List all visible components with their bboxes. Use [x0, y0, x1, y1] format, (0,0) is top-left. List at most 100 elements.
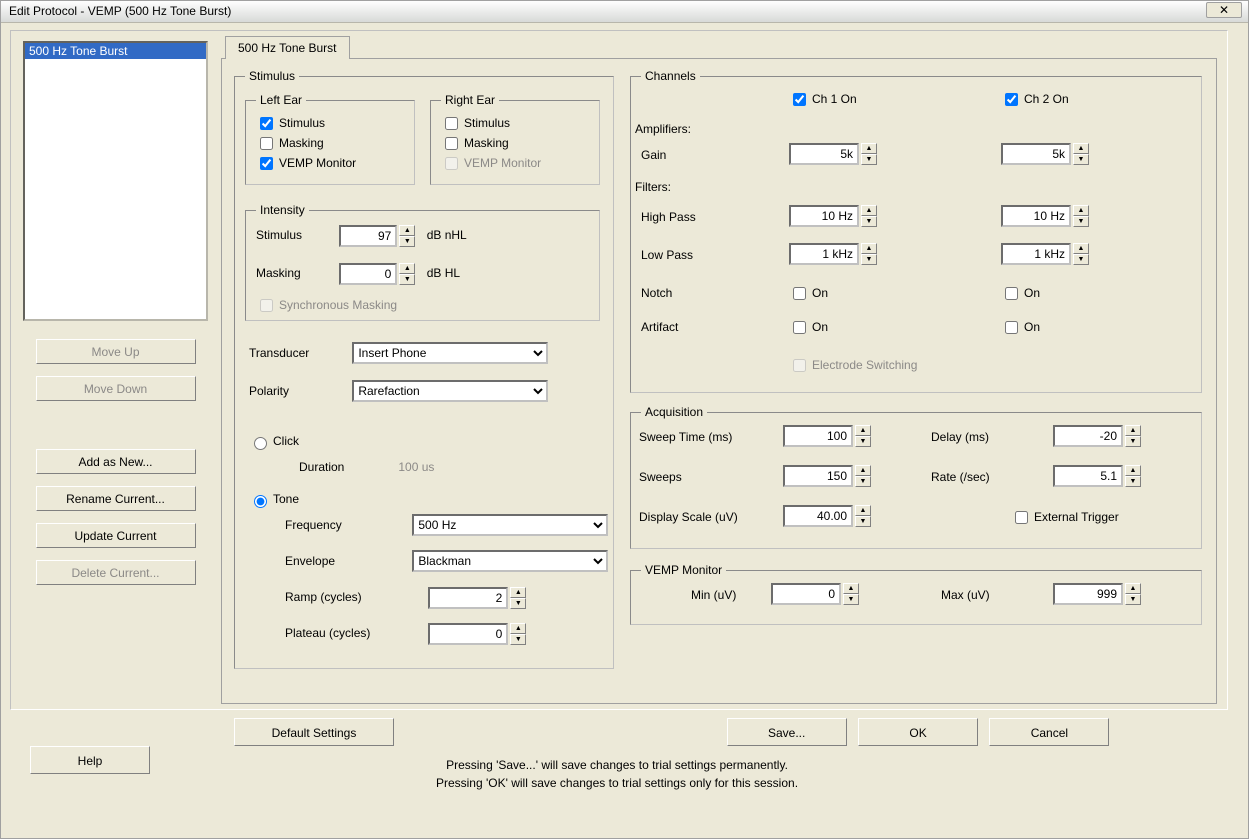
- intensity-stimulus-label: Stimulus: [256, 223, 336, 247]
- left-vemp-checkbox[interactable]: [260, 157, 273, 170]
- window-title: Edit Protocol - VEMP (500 Hz Tone Burst): [9, 4, 231, 18]
- sweeps-input[interactable]: [783, 465, 853, 487]
- cancel-button[interactable]: Cancel: [989, 718, 1109, 746]
- artifact-ch2-checkbox[interactable]: [1005, 321, 1018, 334]
- frequency-select[interactable]: 500 Hz: [412, 514, 608, 536]
- vemp-min-input[interactable]: [771, 583, 841, 605]
- rate-input[interactable]: [1053, 465, 1123, 487]
- ramp-spinner[interactable]: ▲▼: [510, 587, 526, 609]
- save-button[interactable]: Save...: [727, 718, 847, 746]
- default-settings-button[interactable]: Default Settings: [234, 718, 394, 746]
- high-pass-ch1-input[interactable]: [789, 205, 859, 227]
- lp-ch2-spinner[interactable]: ▲▼: [1073, 243, 1089, 265]
- display-scale-input[interactable]: [783, 505, 853, 527]
- protocol-list[interactable]: 500 Hz Tone Burst: [23, 41, 208, 321]
- notch-ch1-checkbox[interactable]: [793, 287, 806, 300]
- plateau-spinner[interactable]: ▲▼: [510, 623, 526, 645]
- low-pass-ch1-input[interactable]: [789, 243, 859, 265]
- move-up-button[interactable]: Move Up: [36, 339, 196, 364]
- left-masking-checkbox-label[interactable]: Masking: [256, 133, 404, 153]
- low-pass-ch2-input[interactable]: [1001, 243, 1071, 265]
- click-radio[interactable]: [254, 437, 267, 450]
- ramp-input[interactable]: [428, 587, 508, 609]
- right-stimulus-checkbox-label[interactable]: Stimulus: [441, 113, 589, 133]
- sweep-time-spinner[interactable]: ▲▼: [855, 425, 871, 447]
- sweeps-spinner[interactable]: ▲▼: [855, 465, 871, 487]
- left-stimulus-checkbox-label[interactable]: Stimulus: [256, 113, 404, 133]
- ch1-on-checkbox[interactable]: [793, 93, 806, 106]
- artifact-ch1-checkbox[interactable]: [793, 321, 806, 334]
- vemp-max-input[interactable]: [1053, 583, 1123, 605]
- display-scale-spinner[interactable]: ▲▼: [855, 505, 871, 527]
- external-trigger-checkbox[interactable]: [1015, 511, 1028, 524]
- hp-ch2-spinner[interactable]: ▲▼: [1073, 205, 1089, 227]
- ch2-on-checkbox[interactable]: [1005, 93, 1018, 106]
- intensity-group: Intensity Stimulus ▲▼ dB nHL Masking ▲▼ …: [245, 203, 600, 321]
- left-masking-checkbox[interactable]: [260, 137, 273, 150]
- click-radio-label[interactable]: Click: [249, 434, 299, 448]
- intensity-masking-unit: dB HL: [427, 261, 460, 285]
- list-item[interactable]: 500 Hz Tone Burst: [25, 43, 206, 59]
- delay-input[interactable]: [1053, 425, 1123, 447]
- lp-ch1-spinner[interactable]: ▲▼: [861, 243, 877, 265]
- transducer-select[interactable]: Insert Phone: [352, 342, 548, 364]
- tone-radio[interactable]: [254, 495, 267, 508]
- intensity-stimulus-spinner[interactable]: ▲▼: [399, 225, 415, 247]
- vemp-monitor-legend: VEMP Monitor: [641, 563, 726, 577]
- tone-radio-label[interactable]: Tone: [249, 492, 299, 506]
- intensity-masking-spinner[interactable]: ▲▼: [399, 263, 415, 285]
- left-stimulus-checkbox[interactable]: [260, 117, 273, 130]
- gain-ch2-input[interactable]: [1001, 143, 1071, 165]
- gain-label: Gain: [641, 148, 666, 162]
- gain-ch2-spinner[interactable]: ▲▼: [1073, 143, 1089, 165]
- ramp-label: Ramp (cycles): [285, 585, 425, 609]
- high-pass-label: High Pass: [641, 210, 696, 224]
- amplifiers-label: Amplifiers:: [635, 122, 691, 136]
- left-column: 500 Hz Tone Burst Move Up Move Down Add …: [23, 41, 208, 585]
- rate-spinner[interactable]: ▲▼: [1125, 465, 1141, 487]
- ch1-on-label[interactable]: Ch 1 On: [789, 92, 857, 106]
- footer-note-2: Pressing 'OK' will save changes to trial…: [8, 774, 1226, 792]
- notch-ch2-checkbox[interactable]: [1005, 287, 1018, 300]
- right-stimulus-checkbox[interactable]: [445, 117, 458, 130]
- add-as-new-button[interactable]: Add as New...: [36, 449, 196, 474]
- tab-label[interactable]: 500 Hz Tone Burst: [225, 36, 350, 59]
- left-vemp-checkbox-label[interactable]: VEMP Monitor: [256, 153, 404, 173]
- polarity-select[interactable]: Rarefaction: [352, 380, 548, 402]
- transducer-label: Transducer: [249, 341, 349, 365]
- tab-content: Stimulus Left Ear Stimulus Masking VEMP …: [221, 58, 1217, 704]
- external-trigger-label[interactable]: External Trigger: [1011, 510, 1119, 524]
- high-pass-ch2-input[interactable]: [1001, 205, 1071, 227]
- ch2-on-label[interactable]: Ch 2 On: [1001, 92, 1069, 106]
- vemp-max-spinner[interactable]: ▲▼: [1125, 583, 1141, 605]
- close-button[interactable]: ✕: [1206, 2, 1242, 18]
- hp-ch1-spinner[interactable]: ▲▼: [861, 205, 877, 227]
- intensity-legend: Intensity: [256, 203, 309, 217]
- sweep-time-input[interactable]: [783, 425, 853, 447]
- rename-current-button[interactable]: Rename Current...: [36, 486, 196, 511]
- gain-ch1-input[interactable]: [789, 143, 859, 165]
- titlebar: Edit Protocol - VEMP (500 Hz Tone Burst)…: [1, 1, 1248, 23]
- artifact-ch1-label[interactable]: On: [789, 320, 828, 334]
- plateau-input[interactable]: [428, 623, 508, 645]
- move-down-button[interactable]: Move Down: [36, 376, 196, 401]
- channels-group: Channels Ch 1 On Ch 2 On Amplifiers: Gai…: [630, 69, 1202, 393]
- envelope-label: Envelope: [285, 549, 409, 573]
- sweep-time-label: Sweep Time (ms): [639, 430, 732, 444]
- intensity-masking-input[interactable]: [339, 263, 397, 285]
- delay-spinner[interactable]: ▲▼: [1125, 425, 1141, 447]
- vemp-min-spinner[interactable]: ▲▼: [843, 583, 859, 605]
- ok-button[interactable]: OK: [858, 718, 978, 746]
- artifact-ch2-label[interactable]: On: [1001, 320, 1040, 334]
- right-masking-checkbox[interactable]: [445, 137, 458, 150]
- right-masking-checkbox-label[interactable]: Masking: [441, 133, 589, 153]
- notch-ch1-label[interactable]: On: [789, 286, 828, 300]
- update-current-button[interactable]: Update Current: [36, 523, 196, 548]
- electrode-switching-checkbox: [793, 359, 806, 372]
- delete-current-button[interactable]: Delete Current...: [36, 560, 196, 585]
- artifact-label: Artifact: [641, 320, 678, 334]
- notch-ch2-label[interactable]: On: [1001, 286, 1040, 300]
- intensity-stimulus-input[interactable]: [339, 225, 397, 247]
- gain-ch1-spinner[interactable]: ▲▼: [861, 143, 877, 165]
- envelope-select[interactable]: Blackman: [412, 550, 608, 572]
